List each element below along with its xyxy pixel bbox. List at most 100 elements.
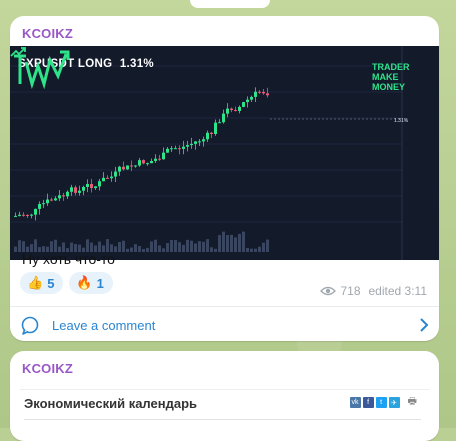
volume-bar	[162, 248, 165, 252]
candle-body	[58, 195, 61, 199]
candle-body	[90, 184, 93, 189]
brand-line-2: MAKE	[372, 72, 399, 82]
candle-body	[194, 141, 197, 144]
candle-body	[258, 91, 261, 93]
volume-bar	[218, 235, 221, 252]
candle-body	[38, 203, 41, 209]
candle-body	[234, 110, 237, 112]
candle-body	[34, 208, 37, 215]
view-count: 718	[340, 284, 361, 298]
volume-bar	[246, 247, 249, 252]
candle-body	[262, 91, 265, 94]
volume-bar	[166, 242, 169, 252]
telegram-icon[interactable]: ✈	[388, 397, 400, 408]
volume-bar	[206, 239, 209, 252]
candle-body	[42, 203, 45, 205]
reaction-count: 1	[96, 275, 104, 291]
trader-logo-icon	[14, 50, 70, 90]
candle-body	[182, 146, 185, 149]
leave-comment-button[interactable]: Leave a comment	[20, 312, 429, 338]
candle-body	[206, 132, 209, 140]
candle-body	[246, 99, 249, 103]
channel-name[interactable]: KCOIKZ	[22, 26, 73, 41]
candle-body	[78, 190, 81, 193]
candle-body	[30, 214, 33, 216]
reaction-fire[interactable]: 🔥 1	[69, 272, 113, 294]
channel-post[interactable]: KCOIKZ SXPUSDT LONG 1.31% TRADER MAKE MO…	[10, 16, 439, 341]
volume-bar	[266, 239, 269, 252]
print-icon[interactable]: 🖶	[408, 394, 417, 411]
economic-calendar-widget[interactable]: Экономический календарь vk f t ✈ 🖶	[20, 389, 429, 430]
candle-body	[146, 163, 149, 165]
volume-bar	[178, 242, 181, 252]
volume-bar	[198, 241, 201, 252]
chart-image[interactable]: SXPUSDT LONG 1.31% TRADER MAKE MONEY 1.3…	[10, 46, 439, 260]
volume-bar	[122, 240, 125, 252]
candle-body	[46, 199, 49, 204]
vk-icon[interactable]: vk	[349, 397, 361, 408]
candle-body	[242, 102, 245, 107]
candle-body	[222, 113, 225, 123]
candle-body	[158, 158, 161, 160]
volume-bar	[222, 231, 225, 252]
candle-body	[190, 143, 193, 146]
candle-body	[178, 148, 181, 150]
candle-body	[166, 148, 169, 153]
volume-bar	[214, 248, 217, 252]
volume-bar	[186, 239, 189, 252]
volume-bar	[202, 241, 205, 252]
candle-body	[230, 108, 233, 111]
candle-body	[214, 122, 217, 135]
previous-message-edge	[190, 0, 270, 8]
candle-body	[102, 177, 105, 182]
widget-title: Экономический календарь	[24, 396, 198, 411]
candle-body	[122, 166, 125, 170]
reaction-thumbs-up[interactable]: 👍 5	[20, 272, 64, 294]
volume-bar	[126, 248, 129, 252]
fire-icon: 🔥	[76, 275, 93, 290]
brand-line-1: TRADER	[372, 62, 410, 72]
candle-body	[26, 214, 29, 216]
twitter-icon[interactable]: t	[375, 397, 387, 408]
candle-body	[94, 186, 97, 189]
candle-body	[218, 122, 221, 124]
candle-body	[254, 91, 257, 97]
volume-bar	[234, 237, 237, 252]
candle-body	[82, 186, 85, 191]
volume-bar	[250, 248, 253, 252]
volume-bar	[150, 241, 153, 252]
chevron-right-icon	[420, 318, 429, 332]
candle-body	[202, 139, 205, 142]
volume-bar	[254, 248, 257, 252]
candle-body	[50, 199, 53, 201]
pair-change: 1.31%	[119, 58, 154, 70]
candle-body	[98, 181, 101, 187]
candle-body	[250, 96, 253, 100]
candle-body	[134, 165, 137, 167]
candle-body	[54, 198, 57, 201]
volume-bar	[130, 247, 133, 252]
candle-body	[18, 214, 21, 216]
volume-bar	[14, 246, 17, 252]
candle-body	[150, 160, 153, 164]
channel-name[interactable]: KCOIKZ	[22, 361, 73, 376]
reaction-count: 5	[47, 275, 55, 291]
candle-body	[198, 141, 201, 143]
candle-body	[70, 187, 73, 192]
candle-body	[22, 214, 25, 216]
volume-bar	[154, 239, 157, 252]
volume-bar	[194, 243, 197, 252]
candle-body	[266, 93, 269, 96]
share-buttons: vk f t ✈ 🖶	[349, 394, 417, 411]
candle-body	[86, 184, 89, 187]
volume-bar	[190, 240, 193, 252]
edited-time: edited 3:11	[368, 284, 428, 298]
volume-bar	[262, 242, 265, 252]
volume-bar	[158, 245, 161, 252]
candle-body	[62, 195, 65, 197]
candle-body	[142, 160, 145, 164]
volume-bar	[230, 234, 233, 252]
brand-text: TRADER MAKE MONEY	[372, 62, 410, 92]
volume-bar	[118, 242, 121, 252]
facebook-icon[interactable]: f	[362, 397, 374, 408]
